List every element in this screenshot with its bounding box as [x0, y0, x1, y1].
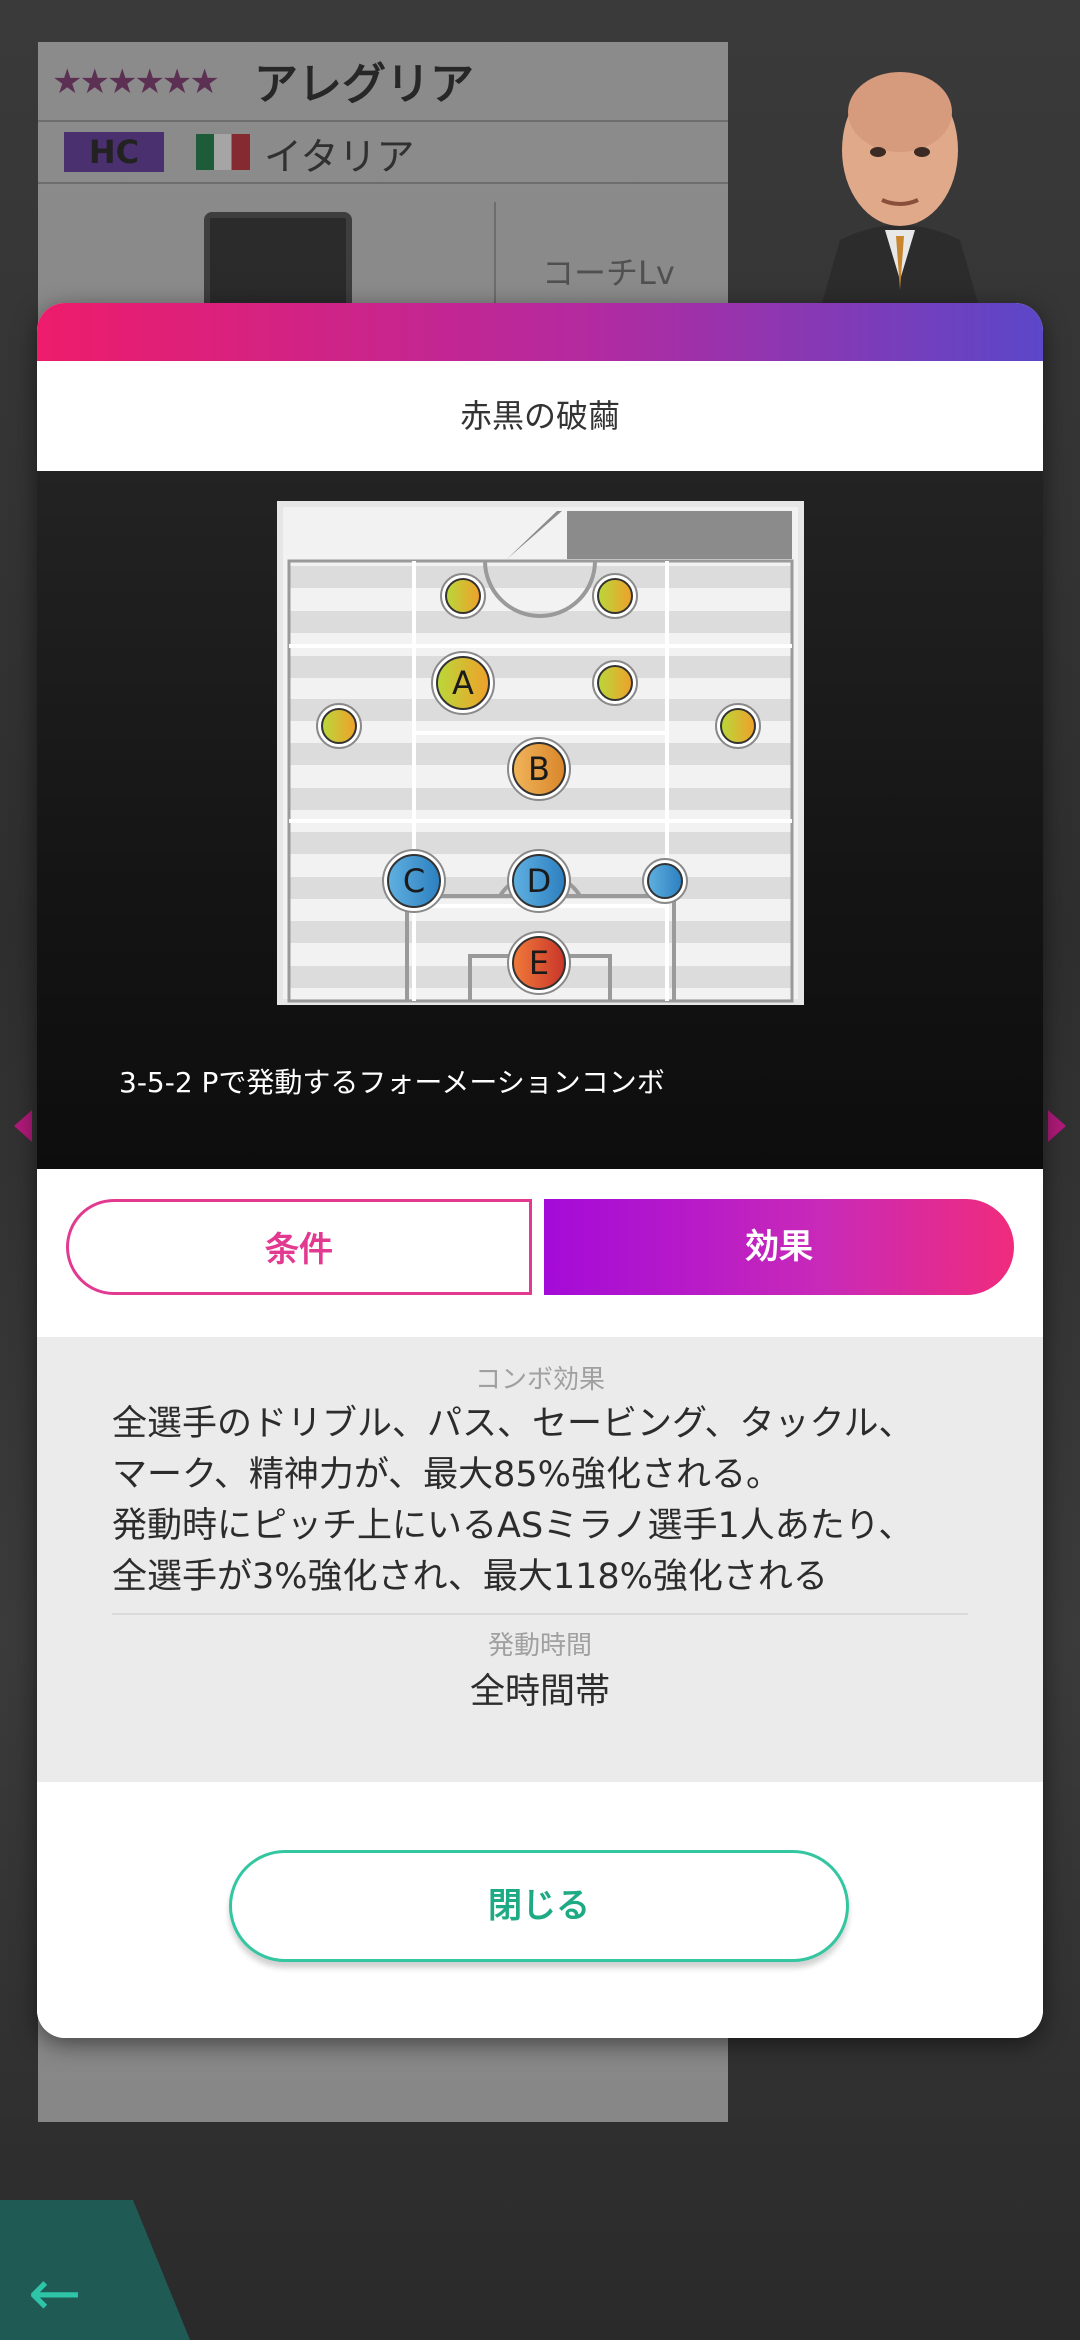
combo-effect-text: 全選手のドリブル、パス、セービング、タックル、 マーク、精神力が、最大85%強化…: [112, 1404, 914, 1597]
coach-country: イタリア: [264, 135, 415, 179]
tab-condition[interactable]: 条件: [66, 1199, 532, 1295]
back-arrow-icon[interactable]: ←: [28, 2262, 82, 2326]
position-marker: [440, 573, 486, 619]
position-marker: [642, 858, 688, 904]
formation-panel: A B C D E 3-5-2 Pで発動するフォーメーションコンボ: [37, 471, 1043, 1169]
position-marker-c: C: [382, 849, 446, 913]
italy-flag-icon: [196, 134, 250, 170]
activation-time-value: 全時間帯: [469, 1672, 610, 1712]
combo-effect-label: コンボ効果: [474, 1365, 605, 1395]
coach-name: アレグリア: [254, 59, 474, 110]
position-marker: [592, 573, 638, 619]
previous-arrow-icon[interactable]: [14, 1110, 32, 1142]
position-marker: [316, 703, 362, 749]
position-marker: [592, 660, 638, 706]
divider: [112, 1613, 968, 1615]
close-button[interactable]: 閉じる: [229, 1850, 849, 1962]
position-marker-d: D: [507, 849, 571, 913]
position-label: D: [527, 862, 552, 900]
position-label: C: [403, 862, 425, 900]
next-arrow-icon[interactable]: [1048, 1110, 1066, 1142]
position-label: B: [528, 750, 550, 788]
tab-effect[interactable]: 効果: [544, 1199, 1014, 1295]
rarity-stars: ★★★★★★: [52, 62, 220, 102]
divider: [38, 182, 728, 184]
effect-panel: コンボ効果 全選手のドリブル、パス、セービング、タックル、 マーク、精神力が、最…: [37, 1337, 1043, 1782]
position-marker: [715, 703, 761, 749]
activation-time-label: 発動時間: [487, 1631, 592, 1661]
formation-combo-modal: 赤黒の破繭 A B C D E 3-5-2 Pで発動するフォーメーションコンボ …: [37, 303, 1043, 2038]
modal-title: 赤黒の破繭: [37, 361, 1043, 471]
position-label: E: [529, 944, 549, 982]
position-marker-b: B: [507, 737, 571, 801]
coach-level-label: コーチLv: [542, 254, 675, 292]
tab-bar: 条件 効果: [37, 1169, 1043, 1337]
modal-header-bar: [37, 303, 1043, 361]
position-marker-e: E: [507, 931, 571, 995]
formation-pitch: A B C D E: [277, 501, 804, 1005]
formation-description: 3-5-2 Pで発動するフォーメーションコンボ: [119, 1066, 665, 1099]
position-label: A: [452, 664, 474, 702]
role-badge: HC: [64, 132, 164, 172]
close-area: 閉じる: [37, 1782, 1043, 2038]
position-marker-a: A: [431, 651, 495, 715]
coach-portrait: [820, 72, 980, 310]
